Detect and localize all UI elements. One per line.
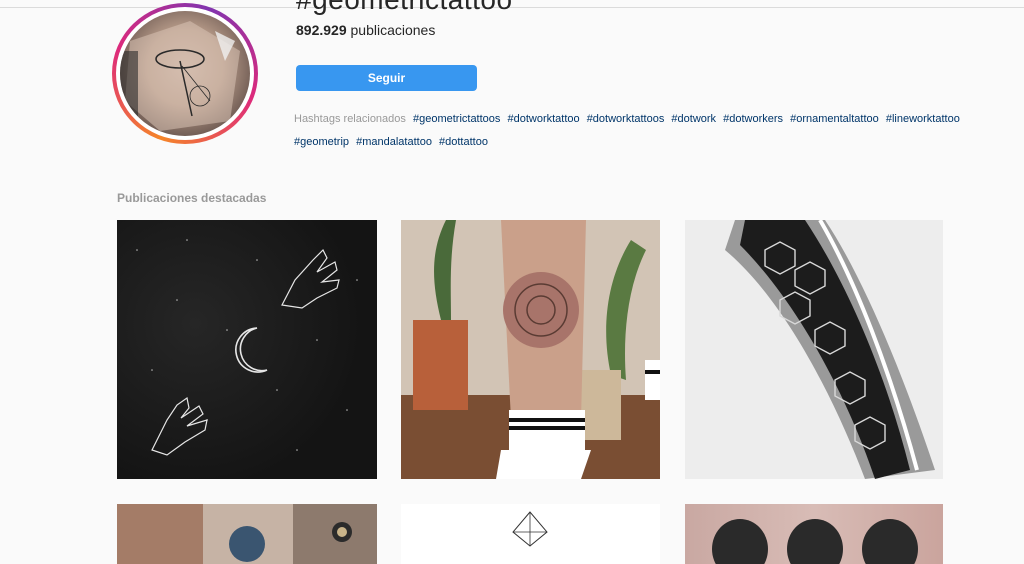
post-thumbnail-mandala-leg[interactable] bbox=[401, 220, 660, 479]
post-thumbnail-moon-hands[interactable] bbox=[117, 220, 377, 479]
hashtag-link[interactable]: #dottattoo bbox=[439, 136, 488, 148]
hashtag-avatar[interactable] bbox=[112, 3, 258, 144]
hashtag-link[interactable]: #geometrip bbox=[294, 136, 349, 148]
hexagon-leg-art bbox=[685, 220, 943, 479]
avatar-image bbox=[120, 11, 250, 136]
moon-hands-art bbox=[136, 239, 358, 456]
featured-posts-heading: Publicaciones destacadas bbox=[117, 191, 267, 205]
post-thumbnail-hexagon-leg[interactable] bbox=[685, 220, 943, 479]
post-thumbnail-collage[interactable] bbox=[117, 504, 377, 564]
mandala-leg-art bbox=[401, 220, 660, 479]
post-count-value: 892.929 bbox=[296, 22, 347, 38]
shaved-heads-art bbox=[712, 519, 918, 564]
follow-button[interactable]: Seguir bbox=[296, 65, 477, 91]
avatar-tattoo-art bbox=[120, 21, 240, 131]
hashtag-link[interactable]: #geometrictattoos bbox=[413, 113, 500, 125]
hashtag-link[interactable]: #mandalatattoo bbox=[356, 136, 432, 148]
hashtag-link[interactable]: #ornamentaltattoo bbox=[790, 113, 879, 125]
geometric-line-art bbox=[512, 511, 548, 547]
collage-art bbox=[117, 504, 377, 564]
hashtag-link[interactable]: #dotwork bbox=[671, 113, 716, 125]
hashtag-link[interactable]: #dotworktattoos bbox=[587, 113, 665, 125]
post-count-label: publicaciones bbox=[350, 22, 436, 38]
post-thumbnail-shaved-heads[interactable] bbox=[685, 504, 943, 564]
hashtag-link[interactable]: #dotworkers bbox=[723, 113, 783, 125]
avatar-border bbox=[116, 7, 254, 140]
post-count: 892.929 publicaciones bbox=[296, 22, 435, 38]
hashtag-title: #geometrictattoo bbox=[296, 0, 513, 16]
hashtag-link[interactable]: #dotworktattoo bbox=[507, 113, 579, 125]
related-hashtags-label: Hashtags relacionados bbox=[294, 113, 406, 125]
related-hashtags: Hashtags relacionados #geometrictattoos … bbox=[294, 108, 1019, 154]
hashtag-link[interactable]: #lineworktattoo bbox=[886, 113, 960, 125]
post-thumbnail-geometric-line[interactable] bbox=[401, 504, 660, 564]
